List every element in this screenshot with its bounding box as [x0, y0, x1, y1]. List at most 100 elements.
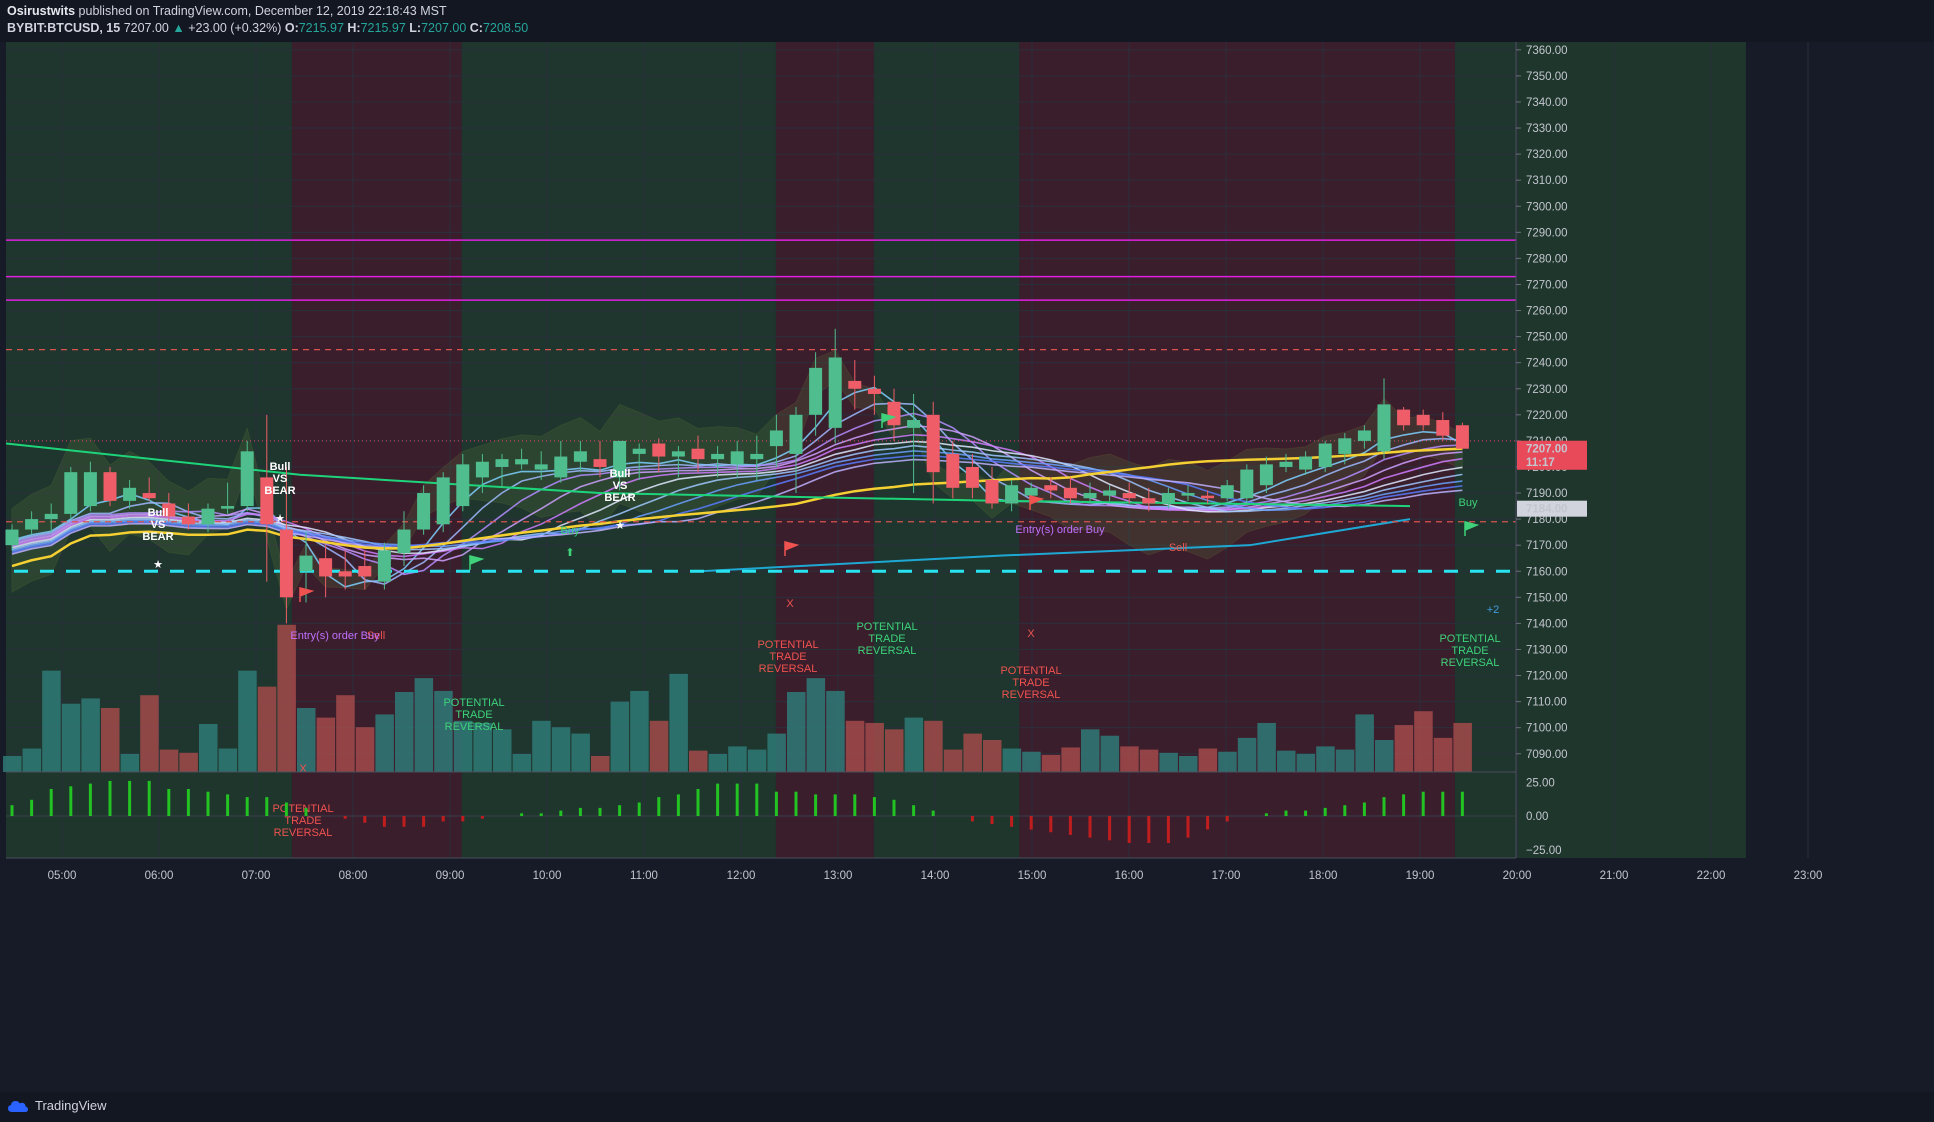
oscillator-bar: [1441, 791, 1445, 816]
potential-trade-reversal-label: POTENTIAL: [1000, 665, 1061, 677]
open-label: O:: [284, 21, 299, 35]
oscillator-bar: [520, 813, 524, 816]
volume-bar: [963, 733, 982, 772]
open-value: 7215.97: [298, 21, 344, 35]
time-tick-label: 23:00: [1794, 870, 1823, 882]
candle-body: [358, 566, 372, 577]
volume-bar: [1375, 740, 1394, 772]
candle-body: [652, 443, 666, 457]
oscillator-bar: [1088, 816, 1092, 838]
candle-body: [240, 451, 254, 507]
price-tick-label: 7250.00: [1526, 332, 1568, 344]
candle-body: [25, 519, 39, 530]
symbol-label[interactable]: BYBIT:BTCUSD, 15: [7, 21, 120, 35]
candle-body: [515, 459, 529, 465]
footer: TradingView: [0, 1092, 1934, 1122]
price-tick-label: 7110.00: [1526, 697, 1567, 709]
oscillator-tick-label: −25.00: [1526, 845, 1562, 857]
oscillator-bar: [206, 791, 210, 816]
volume-bar: [1061, 747, 1080, 772]
candle-body: [809, 367, 823, 415]
candle-body: [554, 456, 568, 478]
price-tick-label: 7340.00: [1526, 97, 1568, 109]
candle-body: [103, 472, 117, 501]
volume-bar: [1257, 722, 1276, 772]
oscillator-bar: [1166, 816, 1170, 843]
candle-body: [221, 506, 235, 509]
candle-body: [769, 430, 783, 447]
oscillator-bar: [382, 816, 386, 827]
volume-bar: [355, 727, 375, 772]
oscillator-bar: [480, 816, 484, 819]
oscillator-bar: [696, 789, 700, 816]
chart-canvas[interactable]: BullVSBEAR★BullVSBEAR★BullVSBEAR★POTENTI…: [0, 42, 1934, 1092]
volume-bar: [1159, 752, 1178, 772]
oscillator-bar: [69, 786, 73, 816]
potential-trade-reversal-label: REVERSAL: [759, 663, 818, 675]
candle-body: [1455, 425, 1469, 449]
potential-trade-reversal-label: REVERSAL: [1002, 689, 1061, 701]
author-name[interactable]: Osirustwits: [7, 4, 75, 18]
oscillator-bar: [1402, 794, 1406, 816]
time-tick-label: 05:00: [48, 870, 77, 882]
price-tick-label: 7170.00: [1526, 540, 1568, 552]
candle-body: [730, 451, 744, 465]
oscillator-bar: [676, 794, 680, 816]
oscillator-bar: [128, 780, 132, 816]
oscillator-bar: [833, 794, 837, 816]
volume-bar: [1139, 749, 1159, 772]
oscillator-bar: [1382, 797, 1386, 816]
volume-bar: [1022, 751, 1041, 772]
potential-trade-reversal-label: POTENTIAL: [443, 697, 504, 709]
volume-bar: [101, 708, 120, 772]
candle-body: [338, 571, 352, 577]
oscillator-bar: [735, 783, 739, 816]
oscillator-bar: [1421, 791, 1425, 816]
oscillator-bar: [970, 816, 974, 822]
candle-body: [985, 480, 999, 504]
potential-trade-reversal-label: POTENTIAL: [757, 639, 818, 651]
volume-bar: [238, 670, 257, 772]
price-tick-label: 7240.00: [1526, 358, 1568, 370]
volume-bar: [3, 756, 22, 772]
potential-trade-reversal-label: POTENTIAL: [272, 803, 333, 815]
candle-body: [573, 451, 587, 462]
price-tick-label: 7350.00: [1526, 71, 1568, 83]
entry-order-label: Entry(s) order Buy: [290, 630, 380, 642]
oscillator-bar: [1323, 807, 1327, 816]
tradingview-logo[interactable]: TradingView: [7, 1098, 107, 1113]
candle-body: [789, 414, 803, 454]
potential-trade-reversal-label: REVERSAL: [1441, 657, 1500, 669]
volume-bar: [375, 714, 394, 772]
candle-body: [456, 464, 470, 507]
candle-body: [201, 508, 215, 525]
oscillator-bar: [265, 797, 269, 816]
x-mark-icon: X: [786, 598, 794, 610]
oscillator-bar: [539, 813, 543, 816]
high-value: 7215.97: [360, 21, 406, 35]
candle-body: [319, 558, 333, 577]
oscillator-bar: [872, 797, 876, 816]
volume-bar: [218, 748, 238, 772]
close-label: C:: [469, 21, 483, 35]
oscillator-bar: [10, 805, 14, 816]
candle-body: [377, 550, 391, 582]
volume-bar: [1316, 746, 1335, 772]
oscillator-bar: [931, 810, 935, 816]
volume-bar: [120, 753, 140, 772]
volume-bar: [1100, 735, 1120, 772]
volume-bar: [591, 756, 610, 772]
candle-body: [44, 513, 58, 520]
bull-vs-bear-label: Bull: [270, 461, 291, 473]
candle-body: [1318, 443, 1332, 467]
volume-bar: [1414, 711, 1433, 772]
candle-body: [1201, 495, 1215, 499]
oscillator-bar: [853, 794, 857, 816]
oscillator-bar: [1264, 813, 1268, 816]
oscillator-bar: [1284, 810, 1288, 816]
price-tick-label: 7360.00: [1526, 45, 1568, 57]
oscillator-bar: [618, 805, 622, 816]
oscillator-bar: [402, 816, 406, 827]
entry-order-label: Entry(s) order Buy: [1015, 524, 1105, 536]
oscillator-bar: [304, 807, 308, 816]
